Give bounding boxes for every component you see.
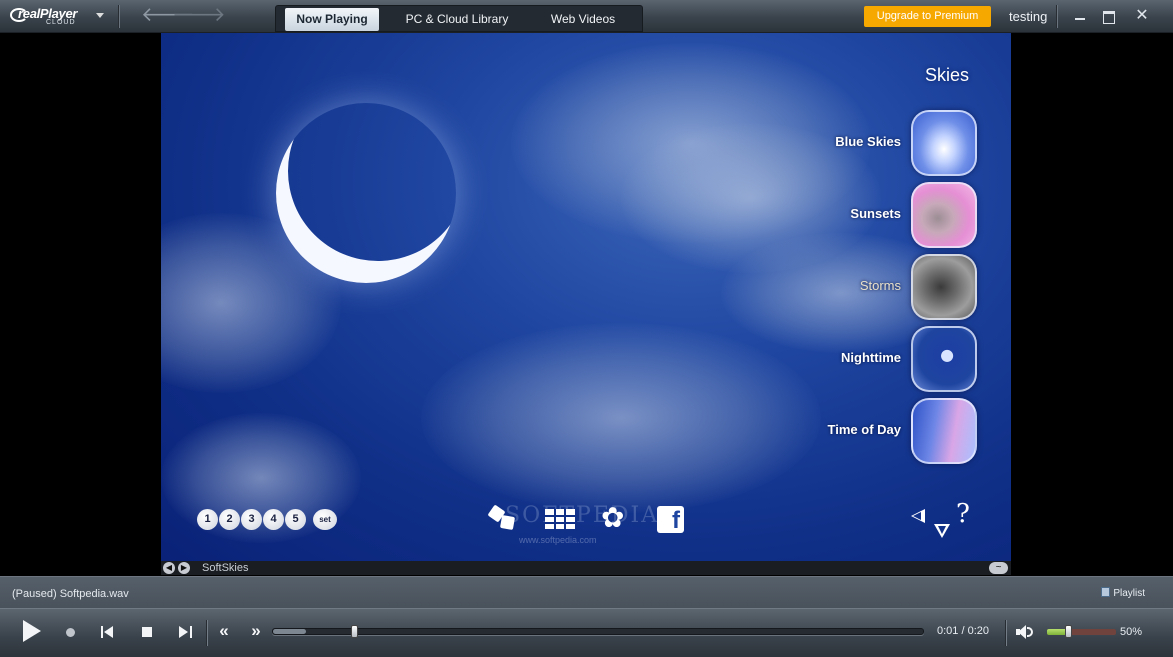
upgrade-premium-button[interactable]: Upgrade to Premium — [864, 6, 991, 27]
sunsets-thumbnail — [911, 182, 977, 248]
main-tabs: Now Playing PC & Cloud Library Web Video… — [275, 5, 643, 32]
seek-progress — [273, 629, 306, 634]
sky-item-label: Blue Skies — [835, 134, 901, 149]
viz-mode-icon[interactable]: ~ — [989, 562, 1008, 574]
watermark-url: www.softpedia.com — [519, 535, 597, 545]
sky-item-storms[interactable]: Storms — [757, 254, 977, 320]
sky-item-sunsets[interactable]: Sunsets — [757, 182, 977, 248]
time-of-day-thumbnail — [911, 398, 977, 464]
title-bar: realPlayer CLOUD 🡐 🡒 Now Playing PC & Cl… — [0, 0, 1173, 33]
close-icon[interactable]: ✕ — [1134, 8, 1150, 24]
preset-3-button[interactable]: 3 — [241, 509, 262, 530]
preset-2-button[interactable]: 2 — [219, 509, 240, 530]
storms-thumbnail — [911, 254, 977, 320]
preset-1-button[interactable]: 1 — [197, 509, 218, 530]
menu-down-arrow-icon[interactable] — [934, 524, 950, 538]
facebook-icon[interactable] — [657, 506, 684, 535]
divider — [1005, 620, 1006, 646]
playback-status: (Paused) Softpedia.wav — [12, 588, 129, 600]
back-arrow-icon[interactable]: 🡐 — [141, 5, 195, 27]
tab-web-videos[interactable]: Web Videos — [534, 8, 632, 31]
status-bar: (Paused) Softpedia.wav Playlist — [0, 576, 1173, 608]
previous-track-button[interactable] — [101, 626, 115, 638]
record-button[interactable] — [66, 628, 75, 637]
preset-5-button[interactable]: 5 — [285, 509, 306, 530]
forward-arrow-icon[interactable]: 🡒 — [172, 5, 226, 27]
volume-handle[interactable] — [1065, 625, 1072, 638]
app-menu-chevron-icon[interactable] — [96, 13, 104, 18]
rewind-button[interactable]: « — [215, 620, 233, 642]
visualization-bar: ◀ ▶ SoftSkies ~ — [161, 561, 1011, 575]
sky-item-label: Sunsets — [850, 206, 901, 221]
tab-now-playing[interactable]: Now Playing — [285, 8, 379, 31]
random-dice-icon[interactable] — [489, 505, 519, 533]
playlist-label: Playlist — [1113, 588, 1145, 599]
brick-grid-icon[interactable] — [545, 509, 575, 529]
sky-item-time-of-day[interactable]: Time of Day — [757, 398, 977, 464]
visualization-name: SoftSkies — [202, 562, 249, 574]
sky-item-blue-skies[interactable]: Blue Skies — [757, 110, 977, 176]
visualization-stage[interactable]: SOFTPEDIA www.softpedia.com Skies Blue S… — [161, 33, 1011, 561]
previous-arrow-icon[interactable] — [911, 509, 925, 523]
divider — [1056, 5, 1057, 28]
nighttime-thumbnail — [911, 326, 977, 392]
time-readout: 0:01 / 0:20 — [937, 625, 989, 637]
playlist-icon — [1101, 587, 1111, 597]
preset-set-button[interactable]: set — [313, 509, 337, 530]
volume-slider[interactable] — [1047, 625, 1116, 638]
fast-forward-button[interactable]: » — [247, 620, 265, 642]
minimize-icon[interactable] — [1072, 8, 1088, 24]
tab-pc-cloud-library[interactable]: PC & Cloud Library — [388, 8, 526, 31]
preset-4-button[interactable]: 4 — [263, 509, 284, 530]
seek-bar[interactable] — [272, 625, 924, 638]
watermark: SOFTPEDIA — [505, 503, 660, 528]
sky-item-label: Storms — [859, 278, 901, 293]
logo-subtext: CLOUD — [46, 19, 76, 26]
realplayer-logo[interactable]: realPlayer CLOUD — [10, 6, 105, 28]
crescent-moon — [276, 103, 456, 283]
transport-controls: « » 0:01 / 0:20 50% — [0, 608, 1173, 657]
divider — [118, 5, 119, 28]
volume-icon[interactable] — [1016, 625, 1033, 639]
account-username[interactable]: testing — [1009, 9, 1047, 24]
skies-title: Skies — [924, 65, 969, 85]
sky-item-label: Time of Day — [827, 422, 901, 437]
help-icon[interactable]: ? — [956, 499, 970, 529]
playlist-button[interactable]: Playlist — [1101, 587, 1145, 599]
divider — [206, 620, 207, 646]
play-button[interactable] — [18, 619, 44, 645]
sky-item-nighttime[interactable]: Nighttime — [757, 326, 977, 392]
stop-button[interactable] — [142, 627, 152, 637]
preset-buttons: 1 2 3 4 5 set — [197, 509, 377, 531]
maximize-icon[interactable] — [1100, 8, 1116, 24]
blue-skies-thumbnail — [911, 110, 977, 176]
sky-item-label: Nighttime — [841, 350, 901, 365]
flower-icon[interactable] — [601, 501, 631, 534]
volume-percentage: 50% — [1120, 626, 1143, 638]
volume-waves — [1027, 627, 1033, 637]
viz-prev-icon[interactable]: ◀ — [163, 562, 175, 574]
seek-handle[interactable] — [351, 625, 358, 638]
viz-next-icon[interactable]: ▶ — [178, 562, 190, 574]
next-track-button[interactable] — [178, 626, 192, 638]
